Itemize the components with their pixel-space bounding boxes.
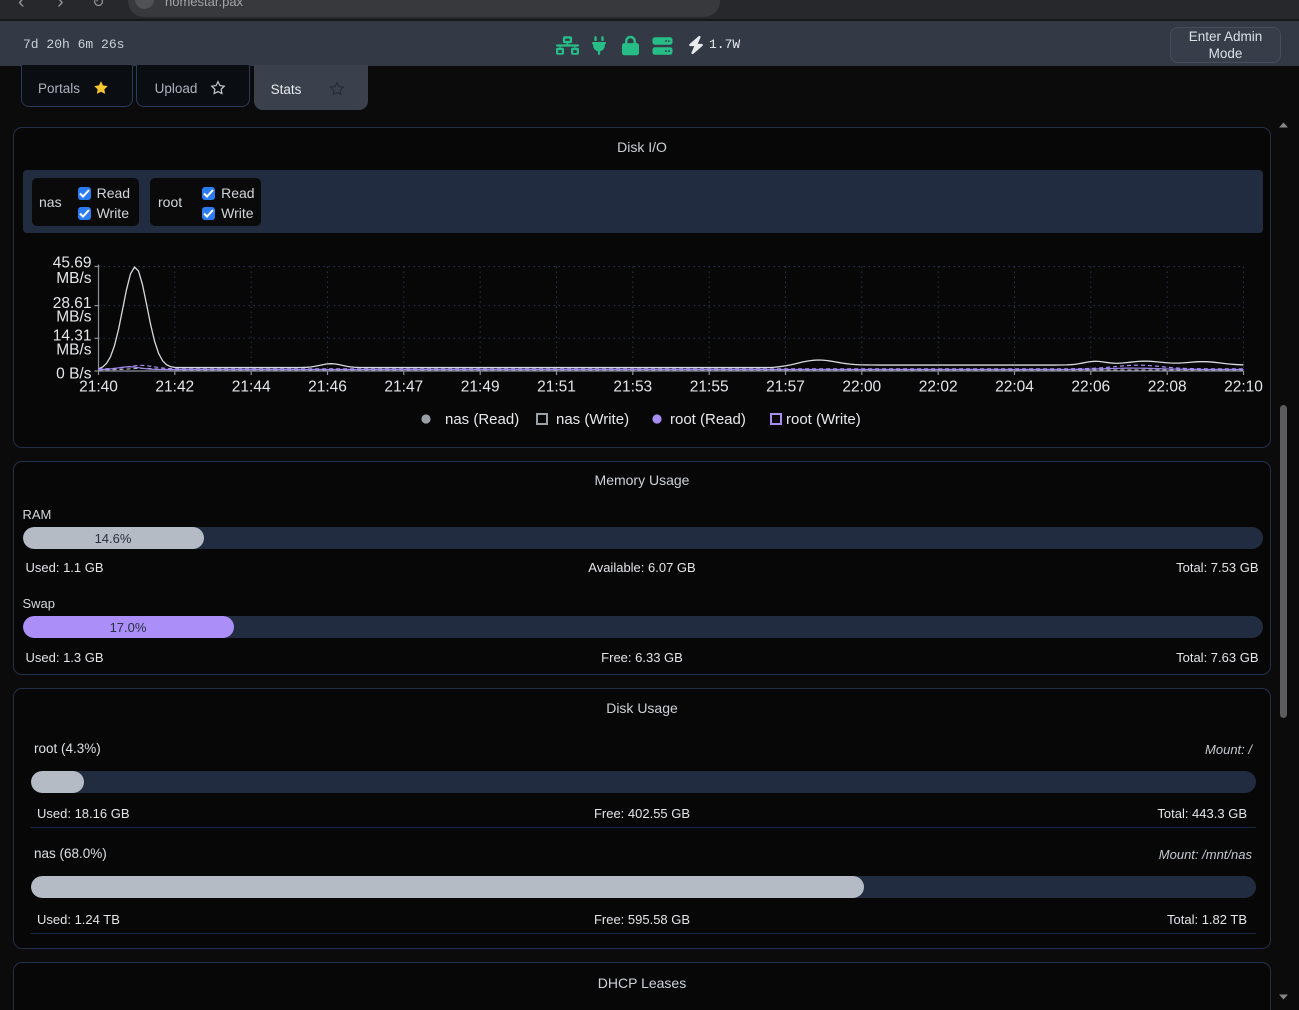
svg-text:root (Read): root (Read)	[670, 411, 746, 428]
svg-text:21:57: 21:57	[766, 379, 805, 396]
svg-text:22:04: 22:04	[995, 379, 1034, 396]
svg-text:21:49: 21:49	[460, 379, 499, 396]
svg-text:MB/s: MB/s	[56, 309, 92, 326]
svg-text:22:02: 22:02	[918, 379, 957, 396]
svg-text:21:46: 21:46	[308, 379, 347, 396]
svg-text:21:44: 21:44	[231, 379, 270, 396]
svg-text:21:42: 21:42	[155, 379, 194, 396]
svg-text:22:00: 22:00	[842, 379, 881, 396]
svg-text:22:10: 22:10	[1224, 379, 1263, 396]
svg-text:root (Write): root (Write)	[786, 411, 861, 428]
svg-text:21:51: 21:51	[537, 379, 576, 396]
svg-text:nas (Read): nas (Read)	[445, 411, 519, 428]
svg-text:21:47: 21:47	[384, 379, 423, 396]
svg-text:MB/s: MB/s	[56, 270, 92, 287]
svg-text:22:08: 22:08	[1147, 379, 1186, 396]
svg-text:21:40: 21:40	[79, 379, 118, 396]
svg-text:21:53: 21:53	[613, 379, 652, 396]
svg-text:nas (Write): nas (Write)	[556, 411, 629, 428]
svg-text:MB/s: MB/s	[56, 342, 92, 359]
svg-text:21:55: 21:55	[689, 379, 728, 396]
svg-text:22:06: 22:06	[1071, 379, 1110, 396]
